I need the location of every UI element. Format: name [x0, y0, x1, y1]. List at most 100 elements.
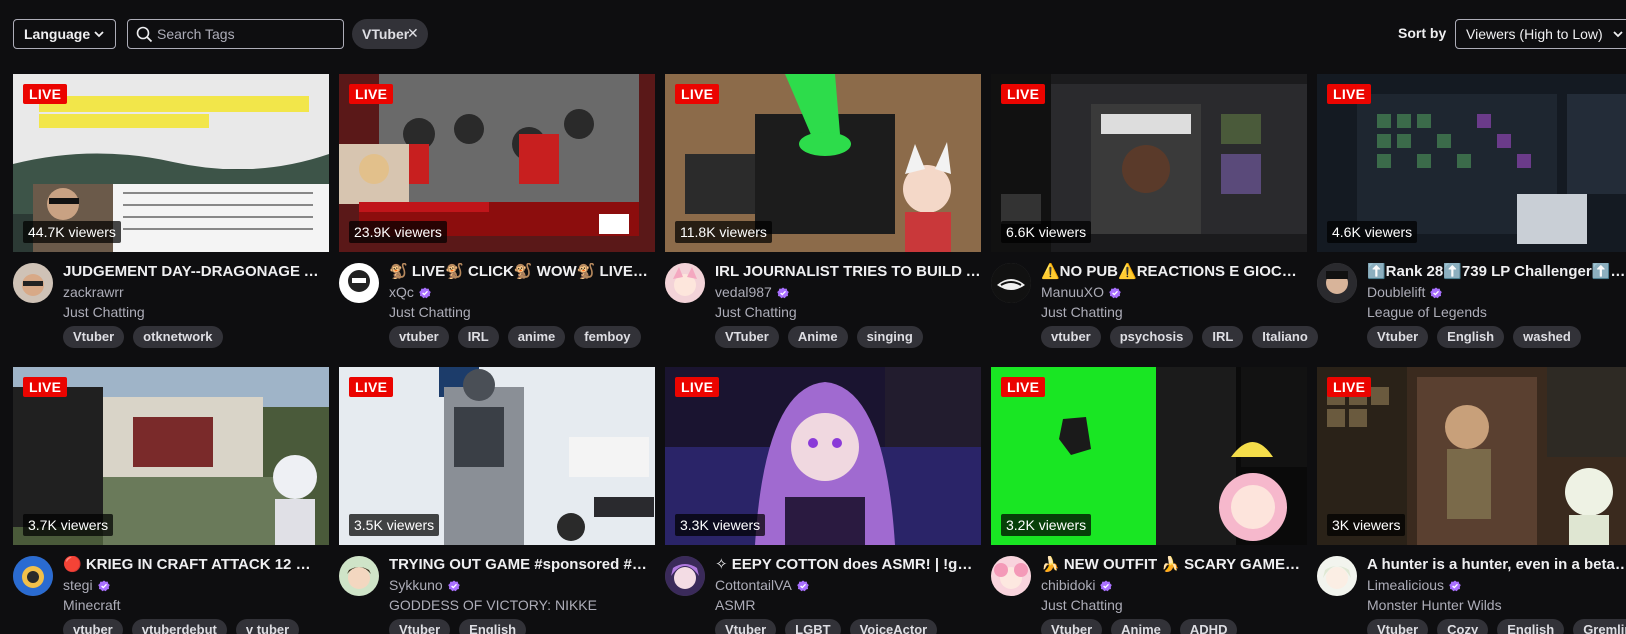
channel-label: CottontailVA	[715, 577, 792, 593]
stream-title[interactable]: ⚠️NO PUB⚠️REACTIONS E GIOCHI...	[1041, 263, 1307, 281]
tag[interactable]: Vtuber	[63, 326, 125, 348]
stream-card[interactable]: LIVE 6.6K viewers ⚠️NO PUB⚠️REACTIONS E …	[991, 74, 1318, 348]
tag[interactable]: VoiceActor	[849, 619, 938, 634]
stream-thumbnail[interactable]: LIVE 3.7K viewers	[13, 367, 329, 545]
avatar[interactable]	[339, 263, 379, 303]
tag[interactable]: Cozy	[1437, 619, 1489, 634]
category-link[interactable]: Just Chatting	[389, 304, 471, 321]
tag[interactable]: vtuber	[1041, 326, 1101, 348]
channel-name[interactable]: zackrawrr	[63, 284, 124, 301]
tag[interactable]: vtuber	[389, 326, 449, 348]
search-tags-box[interactable]	[127, 19, 344, 49]
stream-card[interactable]: LIVE 3K viewers A hunter is a hunter, ev…	[1317, 367, 1626, 634]
stream-title[interactable]: A hunter is a hunter, even in a beta | !…	[1367, 556, 1626, 574]
stream-thumbnail[interactable]: LIVE 44.7K viewers	[13, 74, 329, 252]
tag[interactable]: singing	[856, 326, 923, 348]
category-link[interactable]: GODDESS OF VICTORY: NIKKE	[389, 597, 597, 614]
live-badge: LIVE	[23, 84, 68, 104]
category-link[interactable]: Just Chatting	[715, 304, 797, 321]
channel-name[interactable]: ManuuXO	[1041, 284, 1121, 301]
tag[interactable]: LGBT	[785, 619, 841, 634]
stream-card[interactable]: LIVE 23.9K viewers 🐒 LIVE🐒 CLICK🐒 WOW🐒 L…	[339, 74, 655, 348]
stream-card[interactable]: LIVE 11.8K viewers IRL JOURNALIST TRIES …	[665, 74, 981, 348]
tag[interactable]: femboy	[574, 326, 641, 348]
channel-name[interactable]: Limealicious	[1367, 577, 1461, 594]
channel-name[interactable]: chibidoki	[1041, 577, 1113, 594]
tag[interactable]: English	[1437, 326, 1505, 348]
tag[interactable]: anime	[507, 326, 566, 348]
search-tags-input[interactable]	[157, 24, 337, 44]
avatar[interactable]	[991, 263, 1031, 303]
avatar[interactable]	[665, 556, 705, 596]
avatar[interactable]	[1317, 556, 1357, 596]
stream-thumbnail[interactable]: LIVE 23.9K viewers	[339, 74, 655, 252]
avatar[interactable]	[665, 263, 705, 303]
tag[interactable]: Vtuber	[1367, 326, 1429, 348]
channel-name[interactable]: xQc	[389, 284, 431, 301]
active-tag-chip[interactable]: VTuber ✕	[352, 19, 428, 49]
channel-name[interactable]: vedal987	[715, 284, 789, 301]
tag[interactable]: Vtuber	[1041, 619, 1103, 634]
language-dropdown[interactable]: Language	[13, 19, 116, 49]
tag[interactable]: IRL	[1202, 326, 1244, 348]
stream-card[interactable]: LIVE 4.6K viewers ⬆️Rank 28⬆️739 LP Chal…	[1317, 74, 1626, 348]
category-link[interactable]: League of Legends	[1367, 304, 1487, 321]
category-link[interactable]: ASMR	[715, 597, 755, 614]
tag[interactable]: English	[459, 619, 527, 634]
stream-card[interactable]: LIVE 3.2K viewers 🍌 NEW OUTFIT 🍌 SCARY G…	[991, 367, 1307, 634]
avatar[interactable]	[13, 263, 53, 303]
channel-label: xQc	[389, 284, 414, 300]
tag[interactable]: vtuber	[63, 619, 123, 634]
tag[interactable]: Vtuber	[1367, 619, 1429, 634]
tag[interactable]: Vtuber	[715, 619, 777, 634]
tag[interactable]: psychosis	[1109, 326, 1194, 348]
stream-title[interactable]: IRL JOURNALIST TRIES TO BUILD A PC	[715, 263, 981, 281]
tag[interactable]: VTuber	[715, 326, 779, 348]
stream-title[interactable]: TRYING OUT GAME #sponsored #NIK...	[389, 556, 655, 574]
stream-title[interactable]: ⬆️Rank 28⬆️739 LP Challenger⬆️G...	[1367, 263, 1626, 281]
tag[interactable]: ADHD	[1179, 619, 1238, 634]
channel-name[interactable]: Sykkuno	[389, 577, 460, 594]
stream-title[interactable]: 🐒 LIVE🐒 CLICK🐒 WOW🐒 LIVE🐒 ...	[389, 263, 655, 281]
channel-name[interactable]: CottontailVA	[715, 577, 809, 594]
avatar[interactable]	[13, 556, 53, 596]
stream-card[interactable]: LIVE 3.7K viewers 🔴 KRIEG IN CRAFT ATTAC…	[13, 367, 329, 634]
tag[interactable]: Anime	[1111, 619, 1171, 634]
stream-title[interactable]: 🔴 KRIEG IN CRAFT ATTACK 12 🔴 C...	[63, 556, 329, 574]
stream-thumbnail[interactable]: LIVE 3.5K viewers	[339, 367, 655, 545]
stream-title[interactable]: 🍌 NEW OUTFIT 🍌 SCARY GAMES A...	[1041, 556, 1307, 574]
sort-dropdown[interactable]: Viewers (High to Low)	[1455, 19, 1626, 49]
tag[interactable]: Gremlin	[1573, 619, 1626, 634]
category-link[interactable]: Minecraft	[63, 597, 121, 614]
tag[interactable]: vtuberdebut	[131, 619, 227, 634]
avatar[interactable]	[339, 556, 379, 596]
tag[interactable]: otknetwork	[133, 326, 223, 348]
tag[interactable]: English	[1497, 619, 1565, 634]
tag[interactable]: IRL	[457, 326, 499, 348]
tag[interactable]: Anime	[787, 326, 848, 348]
stream-thumbnail[interactable]: LIVE 4.6K viewers	[1317, 74, 1626, 252]
stream-card[interactable]: LIVE 3.3K viewers ✧ EEPY COTTON does ASM…	[665, 367, 981, 634]
stream-title[interactable]: ✧ EEPY COTTON does ASMR! | !gg !v...	[715, 556, 981, 574]
category-link[interactable]: Just Chatting	[1041, 597, 1123, 614]
avatar[interactable]	[991, 556, 1031, 596]
stream-thumbnail[interactable]: LIVE 3K viewers	[1317, 367, 1626, 545]
tag[interactable]: v tuber	[235, 619, 300, 634]
tag[interactable]: Italiano	[1252, 326, 1318, 348]
avatar[interactable]	[1317, 263, 1357, 303]
stream-card[interactable]: LIVE 3.5K viewers TRYING OUT GAME #spons…	[339, 367, 655, 634]
channel-name[interactable]: Doublelift	[1367, 284, 1443, 301]
tag[interactable]: Vtuber	[389, 619, 451, 634]
channel-name[interactable]: stegi	[63, 577, 110, 594]
stream-thumbnail[interactable]: LIVE 3.3K viewers	[665, 367, 981, 545]
category-link[interactable]: Monster Hunter Wilds	[1367, 597, 1502, 614]
stream-thumbnail[interactable]: LIVE 6.6K viewers	[991, 74, 1307, 252]
stream-thumbnail[interactable]: LIVE 3.2K viewers	[991, 367, 1307, 545]
remove-tag-icon[interactable]: ✕	[407, 26, 419, 40]
category-link[interactable]: Just Chatting	[1041, 304, 1123, 321]
tag[interactable]: washed	[1513, 326, 1581, 348]
category-link[interactable]: Just Chatting	[63, 304, 145, 321]
stream-title[interactable]: JUDGEMENT DAY--DRAGONAGE AN...	[63, 263, 329, 281]
stream-card[interactable]: LIVE 44.7K viewers JUDGEMENT DAY--DRAGON…	[13, 74, 329, 348]
stream-thumbnail[interactable]: LIVE 11.8K viewers	[665, 74, 981, 252]
